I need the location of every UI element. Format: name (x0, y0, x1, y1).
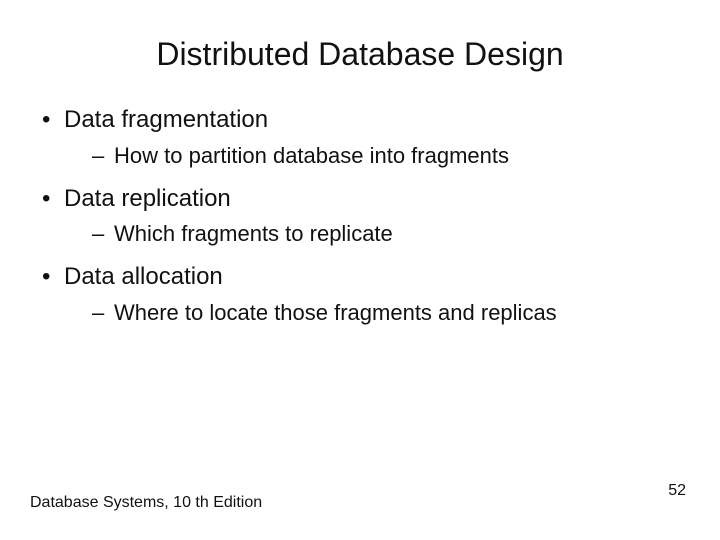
slide-title: Distributed Database Design (36, 36, 684, 73)
page-number: 52 (668, 482, 686, 500)
bullet-level-2: Where to locate those fragments and repl… (36, 297, 684, 329)
bullet-level-1: Data allocation (36, 260, 684, 295)
bullet-level-1: Data fragmentation (36, 103, 684, 138)
bullet-level-2: How to partition database into fragments (36, 140, 684, 172)
slide-body: Data fragmentation How to partition data… (36, 103, 684, 329)
footer-source: Database Systems, 10 th Edition (30, 494, 262, 512)
bullet-level-2: Which fragments to replicate (36, 218, 684, 250)
bullet-level-1: Data replication (36, 182, 684, 217)
slide: Distributed Database Design Data fragmen… (0, 0, 720, 540)
